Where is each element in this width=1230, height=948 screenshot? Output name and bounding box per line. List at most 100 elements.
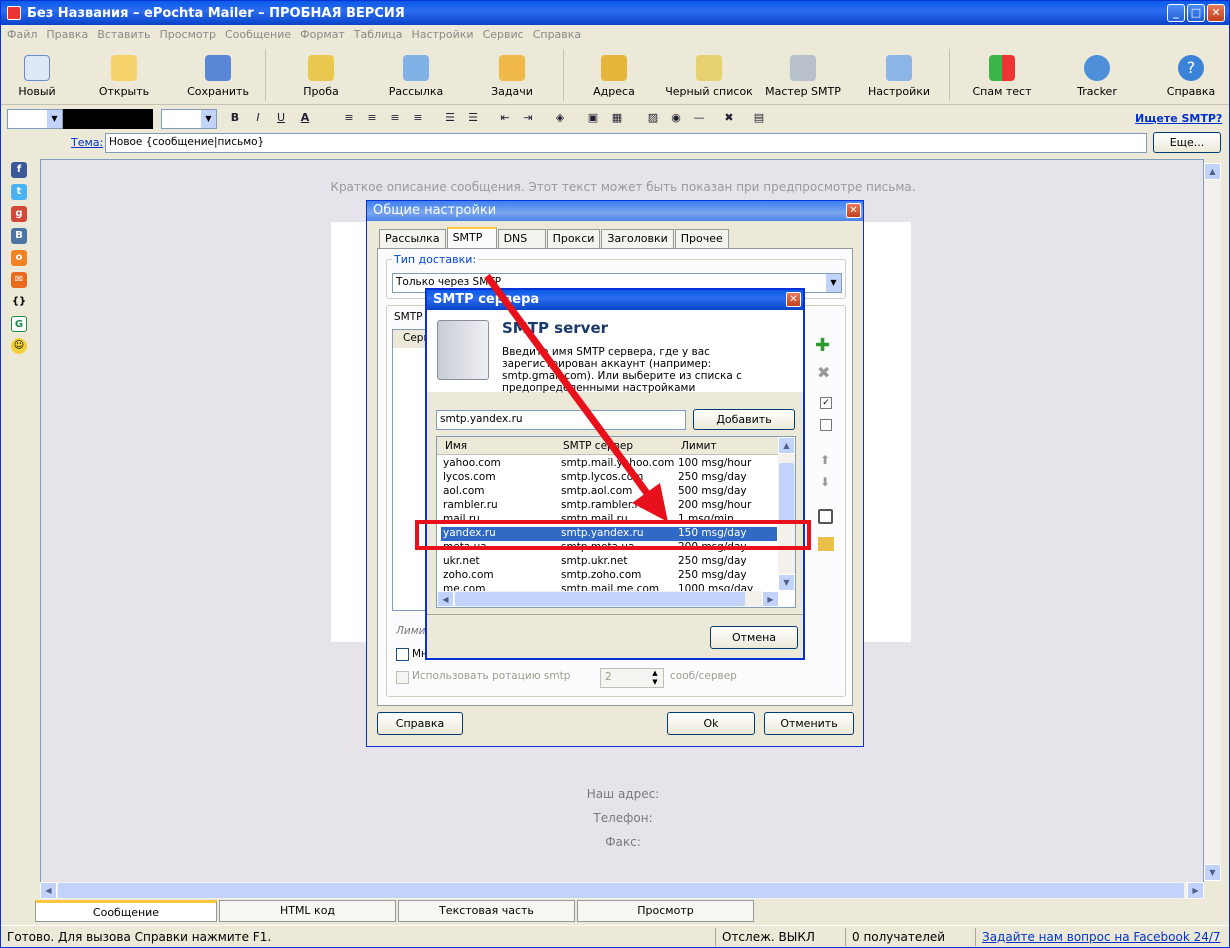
menu-view[interactable]: Просмотр bbox=[160, 28, 216, 41]
list-item[interactable]: aol.com smtp.aol.com 500 msg/day bbox=[441, 485, 777, 499]
align-center-icon[interactable]: ≡ bbox=[364, 110, 380, 126]
paste-icon[interactable]: ▤ bbox=[751, 110, 767, 126]
delete-server-icon[interactable]: ✖ bbox=[817, 363, 830, 382]
addresses-button[interactable]: Адреса bbox=[591, 45, 637, 105]
scroll-left-icon[interactable]: ◀ bbox=[40, 882, 57, 899]
odnoklassniki-icon[interactable]: o bbox=[11, 250, 27, 266]
tab-proxy[interactable]: Прокси bbox=[546, 229, 601, 248]
tab-message[interactable]: Сообщение bbox=[35, 900, 217, 922]
braces-icon[interactable]: {} bbox=[11, 294, 27, 310]
uncheck-all-icon[interactable] bbox=[820, 419, 832, 431]
menu-help[interactable]: Справка bbox=[533, 28, 581, 41]
bold-icon[interactable]: B bbox=[227, 110, 243, 126]
scroll-up-icon[interactable]: ▲ bbox=[1204, 163, 1221, 180]
tab-preview[interactable]: Просмотр bbox=[577, 900, 754, 922]
font-size-box[interactable] bbox=[63, 109, 153, 129]
list-scroll-thumb[interactable] bbox=[779, 463, 794, 523]
tab-other[interactable]: Прочее bbox=[674, 229, 729, 248]
menu-table[interactable]: Таблица bbox=[354, 28, 403, 41]
scroll-right-icon[interactable]: ▶ bbox=[1187, 882, 1204, 899]
close-button[interactable]: ✕ bbox=[1207, 4, 1225, 22]
smiley-icon[interactable]: ☺ bbox=[11, 338, 27, 354]
send-button[interactable]: Рассылка bbox=[387, 45, 445, 105]
col-limit[interactable]: Лимит bbox=[681, 440, 717, 452]
help-button[interactable]: ? Справка bbox=[1165, 45, 1217, 105]
underline-icon[interactable]: U bbox=[273, 110, 289, 126]
font-style-select[interactable]: ▼ bbox=[161, 109, 217, 129]
menu-file[interactable]: Файл bbox=[7, 28, 37, 41]
list-horizontal-scrollbar[interactable]: ◀ ▶ bbox=[437, 591, 779, 607]
smtp-server-input[interactable]: smtp.yandex.ru bbox=[436, 410, 686, 430]
facebook-link[interactable]: Задайте нам вопрос на Facebook 24/7 bbox=[975, 928, 1223, 946]
more-button[interactable]: Еще... bbox=[1153, 132, 1221, 153]
list-hscroll-thumb[interactable] bbox=[455, 592, 745, 606]
scroll-right-icon[interactable]: ▶ bbox=[762, 591, 779, 607]
align-left-icon[interactable]: ≡ bbox=[341, 110, 357, 126]
scroll-up-icon[interactable]: ▲ bbox=[778, 437, 795, 454]
scroll-left-icon[interactable]: ◀ bbox=[437, 591, 454, 607]
smtp-search-link[interactable]: Ищете SMTP? bbox=[1135, 112, 1222, 125]
table-icon[interactable]: ▦ bbox=[609, 110, 625, 126]
twitter-icon[interactable]: t bbox=[11, 184, 27, 200]
tab-html-code[interactable]: HTML код bbox=[219, 900, 396, 922]
help-dialog-button[interactable]: Справка bbox=[377, 712, 463, 735]
list-item[interactable]: ukr.net smtp.ukr.net 250 msg/day bbox=[441, 555, 777, 569]
mail-icon[interactable]: ✉ bbox=[11, 272, 27, 288]
picture-icon[interactable]: ▨ bbox=[645, 110, 661, 126]
cancel-settings-button[interactable]: Отменить bbox=[764, 712, 854, 735]
menu-service[interactable]: Сервис bbox=[483, 28, 524, 41]
spinner-icon[interactable]: ▲ ▼ bbox=[648, 669, 662, 687]
justify-icon[interactable]: ≡ bbox=[410, 110, 426, 126]
col-smtp-server[interactable]: SMTP сервер bbox=[563, 440, 633, 452]
list-item[interactable]: rambler.ru smtp.rambler.ru 200 msg/hour bbox=[441, 499, 777, 513]
maximize-button[interactable]: □ bbox=[1187, 4, 1205, 22]
list-item[interactable]: lycos.com smtp.lycos.com 250 msg/day bbox=[441, 471, 777, 485]
add-button[interactable]: Добавить bbox=[693, 409, 795, 430]
subject-input[interactable]: Новое {сообщение|письмо} bbox=[105, 133, 1147, 153]
scroll-down-icon[interactable]: ▼ bbox=[1204, 864, 1221, 881]
open-button[interactable]: Открыть bbox=[93, 45, 155, 105]
close-icon[interactable]: ✕ bbox=[786, 292, 801, 307]
outdent-icon[interactable]: ⇤ bbox=[497, 110, 513, 126]
tab-headers[interactable]: Заголовки bbox=[601, 229, 674, 248]
multi-checkbox[interactable] bbox=[396, 648, 409, 661]
tracker-button[interactable]: Tracker bbox=[1073, 45, 1121, 105]
tab-smtp[interactable]: SMTP bbox=[446, 227, 497, 248]
menu-format[interactable]: Формат bbox=[300, 28, 345, 41]
check-all-icon[interactable]: ✓ bbox=[820, 397, 832, 409]
save-icon[interactable] bbox=[818, 509, 833, 524]
close-icon[interactable]: ✕ bbox=[846, 203, 861, 218]
bullet-list-icon[interactable]: ☰ bbox=[465, 110, 481, 126]
italic-icon[interactable]: I bbox=[250, 110, 266, 126]
tab-text-part[interactable]: Текстовая часть bbox=[398, 900, 575, 922]
add-server-icon[interactable]: ✚ bbox=[815, 335, 830, 356]
menu-settings[interactable]: Настройки bbox=[411, 28, 473, 41]
editor-vertical-scrollbar[interactable]: ▲ ▼ bbox=[1204, 163, 1221, 881]
save-button[interactable]: Сохранить bbox=[185, 45, 251, 105]
minimize-button[interactable]: _ bbox=[1167, 4, 1185, 22]
menu-edit[interactable]: Правка bbox=[46, 28, 88, 41]
blacklist-button[interactable]: Черный список bbox=[665, 45, 753, 105]
horizontal-line-icon[interactable]: — bbox=[691, 110, 707, 126]
import-icon[interactable] bbox=[818, 537, 834, 551]
indent-icon[interactable]: ⇥ bbox=[520, 110, 536, 126]
font-color-icon[interactable]: A bbox=[297, 110, 313, 126]
font-family-select[interactable]: ▼ bbox=[7, 109, 63, 129]
ok-button[interactable]: Ok bbox=[667, 712, 755, 735]
col-name[interactable]: Имя bbox=[445, 440, 467, 452]
palette-icon[interactable]: ◉ bbox=[668, 110, 684, 126]
spam-test-button[interactable]: Спам тест bbox=[971, 45, 1033, 105]
tab-mailing[interactable]: Рассылка bbox=[379, 229, 446, 248]
align-right-icon[interactable]: ≡ bbox=[387, 110, 403, 126]
move-down-icon[interactable]: ⬇ bbox=[820, 475, 830, 489]
scroll-down-icon[interactable]: ▼ bbox=[778, 574, 795, 591]
list-vertical-scrollbar[interactable]: ▲ ▼ bbox=[778, 437, 795, 591]
tasks-button[interactable]: Задачи bbox=[487, 45, 537, 105]
menu-message[interactable]: Сообщение bbox=[225, 28, 291, 41]
insert-image-icon[interactable]: ▣ bbox=[585, 110, 601, 126]
fill-color-icon[interactable]: ◈ bbox=[552, 110, 568, 126]
numbered-list-icon[interactable]: ☰ bbox=[442, 110, 458, 126]
g-translate-icon[interactable]: G bbox=[11, 316, 27, 332]
subject-label[interactable]: Тема: bbox=[71, 136, 103, 149]
rotation-checkbox[interactable] bbox=[396, 671, 409, 684]
